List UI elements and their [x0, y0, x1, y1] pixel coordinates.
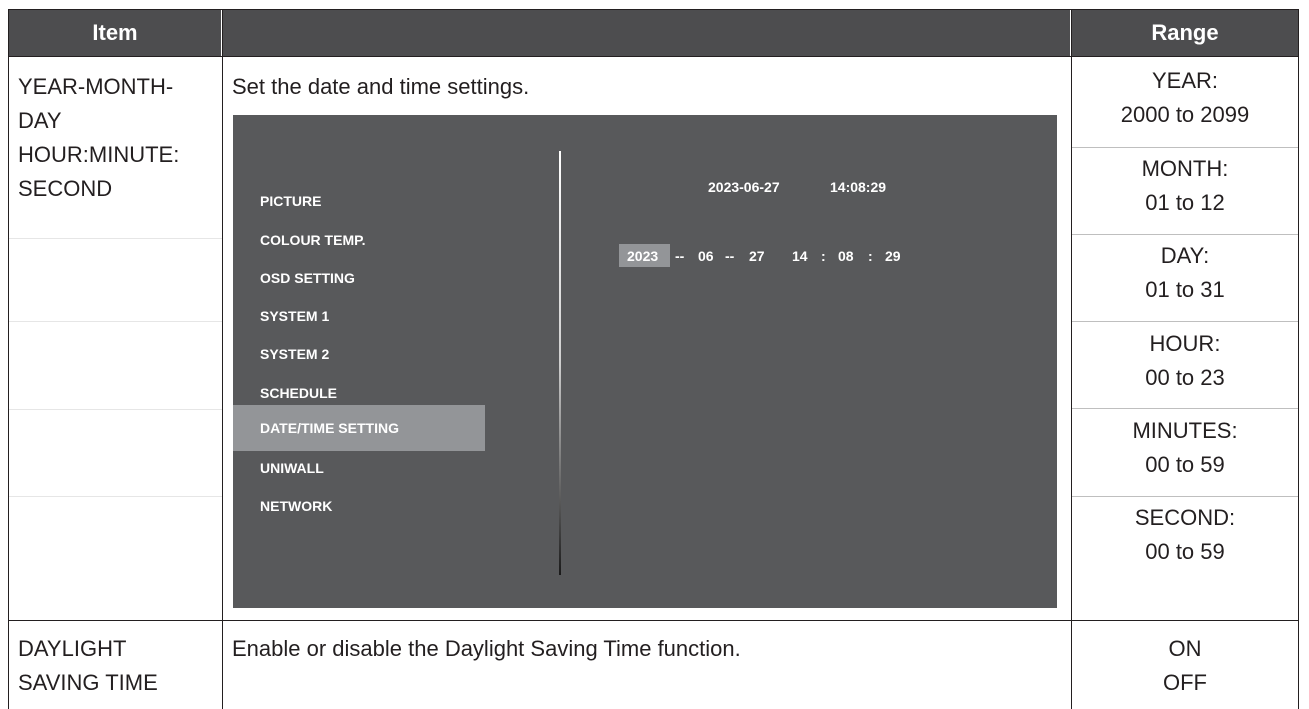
- osd-current-time: 14:08:29: [830, 179, 887, 195]
- osd-edit-month: 06: [698, 248, 714, 264]
- osd-current-date: 2023-06-27: [708, 179, 780, 195]
- row-divider: [8, 620, 1299, 621]
- osd-menu-item-osd-setting: OSD SETTING: [260, 270, 355, 286]
- range-second: SECOND: 00 to 59: [1072, 501, 1298, 569]
- range-value: 01 to 31: [1145, 277, 1225, 302]
- osd-edit-colon: :: [821, 248, 826, 264]
- osd-edit-sep: --: [675, 248, 685, 264]
- range-month: MONTH: 01 to 12: [1072, 152, 1298, 220]
- osd-edit-colon: :: [868, 248, 873, 264]
- item-guide-line: [9, 238, 222, 239]
- range-value: 00 to 59: [1145, 452, 1225, 477]
- range-value: 2000 to 2099: [1120, 102, 1250, 127]
- range-divider: [1072, 321, 1298, 322]
- header-bottom-border: [8, 56, 1299, 57]
- table-border-left: [8, 9, 9, 709]
- header-item-label: Item: [92, 20, 138, 45]
- osd-menu-item-schedule: SCHEDULE: [260, 385, 338, 401]
- header-range: Range: [1072, 10, 1298, 56]
- osd-edit-hour: 14: [792, 248, 808, 264]
- osd-edit-minute: 08: [838, 248, 854, 264]
- item-guide-line: [9, 321, 222, 322]
- osd-edit-sep: --: [725, 248, 735, 264]
- osd-edit-day: 27: [749, 248, 765, 264]
- range-hour: HOUR: 00 to 23: [1072, 327, 1298, 395]
- range-year: YEAR: 2000 to 2099: [1072, 64, 1298, 132]
- range-label: HOUR:: [1149, 331, 1221, 356]
- range-divider: [1072, 234, 1298, 235]
- row1-item: YEAR-MONTH- DAY HOUR:MINUTE: SECOND: [18, 70, 179, 206]
- table-border-right: [1298, 9, 1299, 709]
- column-divider-1: [222, 9, 223, 709]
- range-minutes: MINUTES: 00 to 59: [1072, 414, 1298, 482]
- range-label: MONTH:: [1141, 156, 1229, 181]
- header-description: [223, 10, 1070, 56]
- header-item: Item: [9, 10, 221, 56]
- range-divider: [1072, 147, 1298, 148]
- osd-menu-item-network: NETWORK: [260, 498, 333, 514]
- range-option-off: OFF: [1163, 670, 1207, 695]
- osd-edit-year: 2023: [627, 248, 659, 264]
- osd-edit-second: 29: [885, 248, 901, 264]
- row1-item-line: DAY: [18, 108, 62, 133]
- row1-description: Set the date and time settings.: [232, 74, 530, 99]
- range-day: DAY: 01 to 31: [1072, 239, 1298, 307]
- row1-item-line: SECOND: [18, 176, 113, 201]
- range-label: MINUTES:: [1132, 418, 1238, 443]
- row2-description: Enable or disable the Daylight Saving Ti…: [232, 636, 741, 661]
- table-border-top: [8, 9, 1299, 10]
- range-value: 00 to 23: [1145, 365, 1225, 390]
- range-value: 00 to 59: [1145, 539, 1225, 564]
- osd-menu-item-uniwall: UNIWALL: [260, 460, 324, 476]
- range-label: YEAR:: [1151, 68, 1219, 93]
- osd-menu-item-date-time-setting: DATE/TIME SETTING: [233, 405, 485, 451]
- row1-item-line: YEAR-MONTH-: [18, 74, 174, 99]
- range-label: DAY:: [1160, 243, 1210, 268]
- row2-item: DAYLIGHT SAVING TIME: [18, 632, 158, 700]
- item-guide-line: [9, 409, 222, 410]
- osd-menu-item-system-1: SYSTEM 1: [260, 308, 330, 324]
- row1-item-line: HOUR:MINUTE:: [18, 142, 180, 167]
- range-divider: [1072, 496, 1298, 497]
- osd-menu-item-colour-temp: COLOUR TEMP.: [260, 232, 366, 248]
- row2-item-line: SAVING TIME: [18, 670, 158, 695]
- range-daylight: ON OFF: [1072, 632, 1298, 700]
- osd-menu-item-system-2: SYSTEM 2: [260, 346, 330, 362]
- osd-screenshot: PICTURE COLOUR TEMP. OSD SETTING SYSTEM …: [233, 115, 1057, 608]
- range-value: 01 to 12: [1145, 190, 1225, 215]
- item-guide-line: [9, 496, 222, 497]
- range-divider: [1072, 408, 1298, 409]
- osd-divider: [559, 151, 561, 575]
- row2-item-line: DAYLIGHT: [18, 636, 127, 661]
- range-option-on: ON: [1168, 636, 1202, 661]
- range-label: SECOND:: [1134, 505, 1236, 530]
- header-range-label: Range: [1151, 20, 1219, 45]
- osd-menu-item-picture: PICTURE: [260, 193, 322, 209]
